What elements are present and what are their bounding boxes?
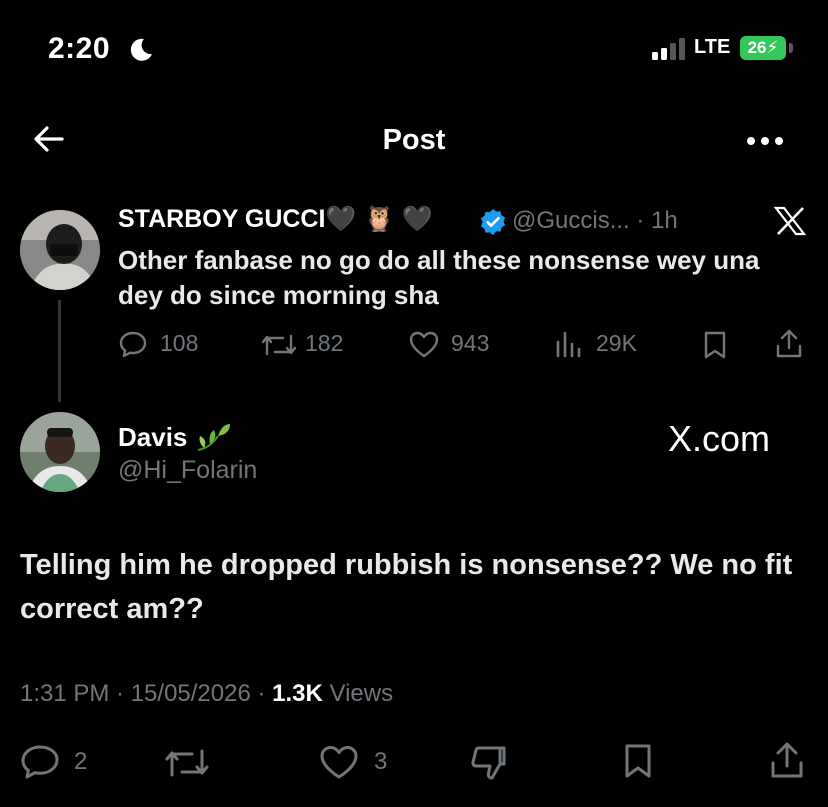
avatar[interactable] [20,412,100,492]
like-count: 943 [451,330,490,356]
reply-count: 108 [160,330,199,356]
moon-icon [128,36,154,62]
page-title: Post [382,124,446,156]
like-count: 3 [374,748,388,775]
more-options-icon[interactable] [746,136,784,146]
avatar[interactable] [20,210,100,290]
reply-icon[interactable] [118,330,148,358]
dislike-icon[interactable] [468,744,508,782]
quoted-post-text: Other fanbase no go do all these nonsens… [118,245,760,310]
x-com-watermark: X.com [668,418,771,459]
post-timestamp: 1:31 PM · 15/05/2026 · [20,680,273,707]
battery-level: 26 [747,38,767,57]
reply-handle[interactable]: @Hi_Folarin [118,456,257,485]
quoted-handle-time: @Guccis... · 1h [512,207,678,234]
like-icon[interactable] [408,330,440,358]
reply-post-text: Telling him he dropped rubbish is nonsen… [20,549,793,625]
network-type: LTE [694,36,731,58]
post-metadata: 1:31 PM · 15/05/2026 · 1.3K Views [20,680,393,708]
verified-badge-icon [479,208,507,236]
reply-count: 2 [74,748,88,775]
bookmark-icon[interactable] [702,330,728,360]
repost-icon[interactable] [260,332,298,358]
battery-nub [789,43,793,53]
repost-count: 182 [305,330,344,356]
reply-display-name[interactable]: Davis [118,422,187,453]
leaf-emoji-icon [196,422,232,454]
battery-indicator: 26⚡ [740,36,786,60]
views-icon[interactable] [555,330,585,358]
views-number: 1.3K [272,680,323,707]
thread-connector [58,300,61,402]
status-time: 2:20 [48,32,111,65]
views-label: Views [322,680,394,707]
share-icon[interactable] [774,328,804,360]
views-count: 29K [596,330,637,356]
bookmark-icon[interactable] [622,742,654,780]
cellular-signal-icon [652,38,690,60]
quoted-display-name[interactable]: STARBOY GUCCI🖤 🦉 🖤 [118,205,433,234]
reply-icon[interactable] [20,744,60,780]
x-logo-icon [774,206,806,236]
share-icon[interactable] [768,740,806,780]
like-icon[interactable] [318,744,360,780]
repost-icon[interactable] [162,746,212,780]
